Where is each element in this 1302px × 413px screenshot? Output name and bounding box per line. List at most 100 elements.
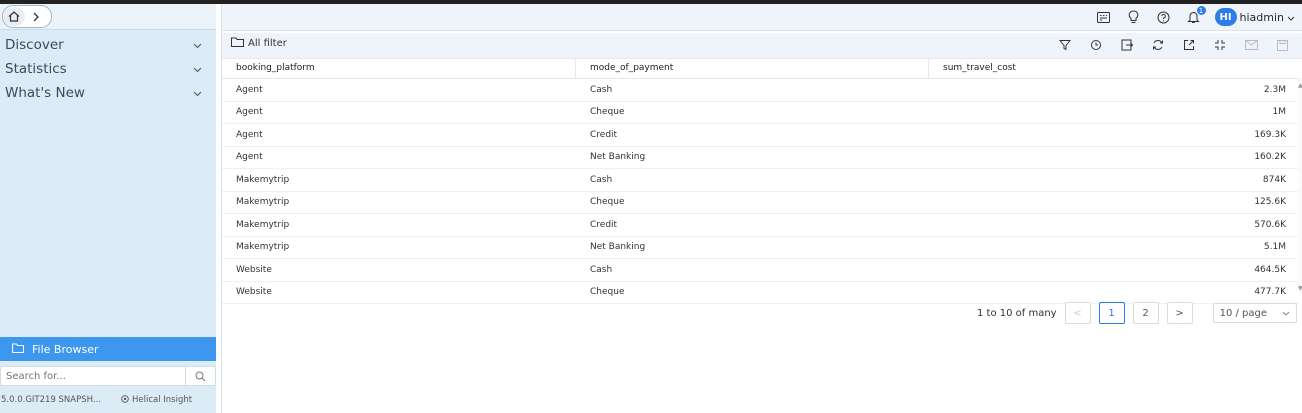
- save-icon[interactable]: [1273, 36, 1291, 54]
- table-cell: 1M: [1272, 107, 1287, 118]
- table-cell: 5.1M: [1263, 242, 1286, 253]
- keyboard-icon[interactable]: [1095, 8, 1113, 26]
- page-button[interactable]: 2: [1132, 302, 1159, 324]
- table-row[interactable]: Website Cheque 477.7K: [222, 282, 1298, 304]
- sidebar-top: [0, 4, 216, 30]
- column-header[interactable]: sum_travel_cost: [929, 58, 1298, 78]
- pagination-summary: 1 to 10 of many: [977, 307, 1057, 319]
- table-cell: 464.5K: [1254, 264, 1286, 275]
- table-cell: Website: [236, 287, 272, 298]
- fullscreen-icon[interactable]: [1211, 36, 1229, 54]
- sidebar-item-label: Statistics: [5, 61, 67, 77]
- table-cell: Net Banking: [590, 242, 646, 253]
- sidebar-item-whats-new[interactable]: What's New: [0, 81, 216, 105]
- table-cell: Cash: [590, 174, 613, 185]
- table-row[interactable]: Makemytrip Cheque 125.6K: [222, 192, 1298, 214]
- table-header: booking_platform mode_of_payment sum_tra…: [222, 58, 1298, 79]
- chevron-down-icon: [193, 85, 202, 101]
- refresh-icon[interactable]: [1149, 36, 1167, 54]
- file-search: [0, 366, 216, 386]
- home-icon[interactable]: [3, 7, 25, 26]
- table-row[interactable]: Makemytrip Cash 874K: [222, 169, 1298, 192]
- scroll-up-icon[interactable]: ▲: [1298, 82, 1302, 89]
- chevron-right-icon[interactable]: [25, 12, 47, 22]
- brand-label: Helical Insight: [132, 395, 193, 405]
- column-header[interactable]: mode_of_payment: [576, 58, 929, 78]
- table-cell: Cash: [590, 84, 613, 95]
- chevron-down-icon: [1282, 308, 1290, 319]
- table-cell: Agent: [236, 152, 263, 163]
- next-page-button[interactable]: >: [1166, 302, 1193, 324]
- table-row[interactable]: Agent Credit 169.3K: [222, 124, 1298, 147]
- all-filter-toggle[interactable]: All filter: [231, 37, 287, 50]
- sidebar-item-label: What's New: [5, 85, 85, 101]
- table-cell: Makemytrip: [236, 174, 290, 185]
- table-cell: Credit: [590, 219, 618, 230]
- helical-logo-icon: [121, 394, 129, 406]
- table-cell: Agent: [236, 129, 263, 140]
- table-row[interactable]: Website Cash 464.5K: [222, 259, 1298, 282]
- table-cell: 874K: [1262, 174, 1286, 185]
- notification-badge: 1: [1196, 6, 1206, 15]
- version-text: 5.0.0.GIT219 SNAPSH...: [1, 395, 101, 405]
- table-cell: Agent: [236, 107, 263, 118]
- folder-icon: [231, 37, 244, 50]
- sidebar: Discover Statistics What's New File Brow…: [0, 4, 216, 413]
- table-cell: Cheque: [590, 287, 625, 298]
- scroll-down-icon[interactable]: ▼: [1298, 285, 1302, 292]
- main-panel: 1 HI hiadmin All filter booking_platform…: [221, 4, 1302, 413]
- table-cell: 160.2K: [1254, 152, 1286, 163]
- email-icon[interactable]: [1242, 36, 1260, 54]
- notification-bell-icon[interactable]: 1: [1185, 6, 1206, 26]
- page-size-value: 10 / page: [1219, 307, 1268, 319]
- user-menu[interactable]: HI hiadmin: [1214, 8, 1296, 26]
- folder-icon: [12, 343, 24, 356]
- table-row[interactable]: Agent Net Banking 160.2K: [222, 147, 1298, 169]
- table-cell: Net Banking: [590, 152, 646, 163]
- table-cell: Cheque: [590, 107, 625, 118]
- home-toggle[interactable]: [2, 5, 52, 28]
- chevron-down-icon: [193, 61, 202, 77]
- search-input[interactable]: [1, 369, 185, 383]
- sidebar-item-label: Discover: [5, 37, 64, 53]
- table-cell: Credit: [590, 129, 618, 140]
- app-header: 1 HI hiadmin: [222, 4, 1302, 31]
- filter-icon[interactable]: [1056, 36, 1074, 54]
- table-cell: Website: [236, 264, 272, 275]
- chevron-down-icon: [1287, 11, 1295, 24]
- sidebar-footer: 5.0.0.GIT219 SNAPSH... Helical Insight: [0, 391, 216, 409]
- all-filter-label: All filter: [248, 38, 287, 49]
- open-external-icon[interactable]: [1180, 36, 1198, 54]
- table-scrollbar[interactable]: ▲ ▼: [1298, 78, 1302, 294]
- table-cell: 169.3K: [1254, 129, 1286, 140]
- table-cell: Cash: [590, 264, 613, 275]
- brand-link[interactable]: Helical Insight: [121, 394, 193, 406]
- avatar: HI: [1214, 8, 1237, 26]
- page-size-select[interactable]: 10 / page: [1212, 303, 1297, 323]
- help-icon[interactable]: [1155, 8, 1173, 26]
- table-cell: 125.6K: [1254, 197, 1286, 208]
- table-row[interactable]: Makemytrip Net Banking 5.1M: [222, 237, 1298, 259]
- lightbulb-icon[interactable]: [1125, 8, 1143, 26]
- page-button[interactable]: 1: [1098, 302, 1125, 324]
- file-browser-button[interactable]: File Browser: [0, 337, 216, 361]
- table-cell: Makemytrip: [236, 197, 290, 208]
- file-browser-label: File Browser: [32, 342, 99, 356]
- pagination: 1 to 10 of many < 1 2 > 10 / page: [977, 302, 1297, 324]
- table-row[interactable]: Agent Cheque 1M: [222, 102, 1298, 124]
- export-icon[interactable]: [1118, 36, 1136, 54]
- table-row[interactable]: Agent Cash 2.3M: [222, 79, 1298, 102]
- column-header[interactable]: booking_platform: [222, 58, 576, 78]
- search-icon[interactable]: [184, 367, 215, 385]
- prev-page-button[interactable]: <: [1064, 302, 1091, 324]
- sidebar-item-statistics[interactable]: Statistics: [0, 57, 216, 81]
- table-cell: Cheque: [590, 197, 625, 208]
- table-row[interactable]: Makemytrip Credit 570.6K: [222, 214, 1298, 237]
- report-toolbar: All filter: [222, 33, 1302, 59]
- table-cell: Agent: [236, 84, 263, 95]
- table-cell: 570.6K: [1254, 219, 1286, 230]
- table-cell: Makemytrip: [236, 242, 290, 253]
- history-icon[interactable]: [1087, 36, 1105, 54]
- sidebar-item-discover[interactable]: Discover: [0, 33, 216, 57]
- username: hiadmin: [1239, 10, 1285, 24]
